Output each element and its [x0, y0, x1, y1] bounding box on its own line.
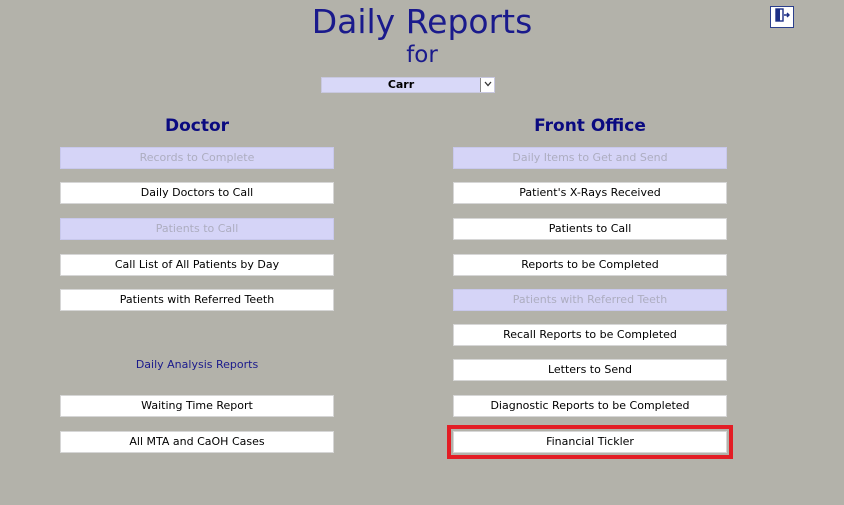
daily-analysis-reports-label: Daily Analysis Reports [135, 358, 259, 371]
doctor-patients-to-call-button[interactable]: Patients to Call [60, 218, 334, 240]
doctor-heading: Doctor [164, 116, 230, 136]
xrays-received-button[interactable]: Patient's X-Rays Received [453, 182, 727, 204]
diagnostic-reports-button[interactable]: Diagnostic Reports to be Completed [453, 395, 727, 417]
exit-door-icon [774, 7, 790, 27]
front-patients-to-call-button[interactable]: Patients to Call [453, 218, 727, 240]
waiting-time-report-button[interactable]: Waiting Time Report [60, 395, 334, 417]
doctor-patients-referred-teeth-button[interactable]: Patients with Referred Teeth [60, 289, 334, 311]
mta-caoh-cases-button[interactable]: All MTA and CaOH Cases [60, 431, 334, 453]
records-to-complete-button[interactable]: Records to Complete [60, 147, 334, 169]
daily-doctors-to-call-button[interactable]: Daily Doctors to Call [60, 182, 334, 204]
chevron-down-icon[interactable] [480, 78, 494, 92]
letters-to-send-button[interactable]: Letters to Send [453, 359, 727, 381]
front-office-heading: Front Office [534, 116, 646, 136]
daily-items-get-send-button[interactable]: Daily Items to Get and Send [453, 147, 727, 169]
page-subtitle: for [406, 42, 438, 68]
front-patients-referred-teeth-button[interactable]: Patients with Referred Teeth [453, 289, 727, 311]
recall-reports-button[interactable]: Recall Reports to be Completed [453, 324, 727, 346]
doctor-select-value: Carr [387, 78, 415, 91]
page-title: Daily Reports [311, 2, 533, 41]
financial-tickler-button[interactable]: Financial Tickler [447, 425, 733, 459]
call-list-all-patients-button[interactable]: Call List of All Patients by Day [60, 254, 334, 276]
exit-button[interactable] [770, 6, 794, 28]
reports-to-be-completed-button[interactable]: Reports to be Completed [453, 254, 727, 276]
doctor-select[interactable]: Carr [321, 77, 495, 93]
